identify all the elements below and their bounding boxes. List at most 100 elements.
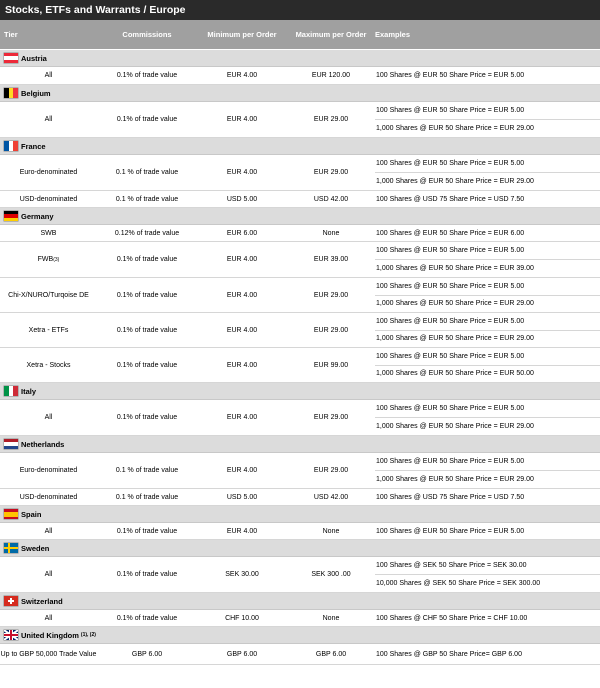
country-header-france: France [0, 138, 600, 155]
tier-cell-text: Euro-denominated [19, 467, 78, 474]
maximum-cell: EUR 29.00 [287, 155, 375, 190]
maximum-cell: GBP 6.00 [287, 644, 375, 664]
commission-cell-text: 0.1% of trade value [116, 614, 178, 622]
tier-cell-text: All [44, 72, 53, 79]
tier-cell-text: Euro-denominated [19, 169, 78, 176]
tier-cell: FWB (3) [0, 242, 97, 277]
country-name: Sweden [21, 543, 50, 553]
minimum-cell-text: GBP 6.00 [226, 650, 258, 658]
commission-cell: 0.1 % of trade value [97, 155, 197, 190]
minimum-cell-text: EUR 4.00 [226, 256, 258, 263]
example-line: 100 Shares @ USD 75 Share Price = USD 7.… [376, 493, 525, 501]
country-name: Netherlands [21, 439, 65, 449]
minimum-cell-text: USD 5.00 [226, 493, 258, 501]
example-line: 1,000 Shares @ EUR 50 Share Price = EUR … [375, 470, 600, 488]
minimum-cell-text: CHF 10.00 [225, 614, 259, 622]
commission-cell: 0.1% of trade value [97, 313, 197, 347]
examples-cell: 100 Shares @ EUR 50 Share Price = EUR 5.… [375, 313, 600, 347]
page-title: Stocks, ETFs and Warrants / Europe [0, 0, 600, 20]
tier-cell-text: All [44, 527, 53, 535]
commission-cell-text: 0.1% of trade value [116, 256, 178, 263]
minimum-cell-text: EUR 4.00 [226, 326, 258, 334]
tier-cell: USD-denominated [0, 489, 97, 505]
germany-flag-icon [4, 211, 18, 221]
examples-cell: 100 Shares @ EUR 50 Share Price = EUR 5.… [375, 348, 600, 382]
examples-cell: 100 Shares @ EUR 50 Share Price = EUR 5.… [375, 523, 600, 539]
maximum-cell-text: USD 42.00 [313, 195, 349, 203]
tier-cell-text: Xetra - Stocks [26, 361, 71, 369]
maximum-cell: EUR 39.00 [287, 242, 375, 277]
commission-cell-text: 0.1 % of trade value [115, 493, 179, 501]
examples-cell: 100 Shares @ EUR 50 Share Price = EUR 5.… [375, 67, 600, 84]
maximum-cell-text: EUR 99.00 [313, 361, 349, 369]
country-name: Austria [21, 53, 47, 63]
example-line: 100 Shares @ EUR 50 Share Price = EUR 5.… [376, 352, 525, 360]
tier-cell: Up to GBP 50,000 Trade Value [0, 644, 97, 664]
maximum-cell: SEK 300 .00 [287, 557, 375, 592]
country-name: United Kingdom [21, 630, 79, 640]
commission-cell-text: 0.12% of trade value [114, 229, 180, 237]
tier-cell-text: All [44, 414, 53, 421]
minimum-cell-text: EUR 4.00 [226, 361, 258, 369]
tier-cell-text: All [44, 614, 53, 622]
minimum-cell: EUR 4.00 [197, 155, 287, 190]
switzerland-flag-icon [4, 596, 18, 606]
maximum-cell: EUR 29.00 [287, 400, 375, 435]
table-row: All 0.1% of trade value EUR 4.00 EUR 29.00 1… [0, 400, 600, 436]
examples-cell: 100 Shares @ EUR 50 Share Price = EUR 5.… [375, 155, 600, 190]
tier-cell: All [0, 102, 97, 137]
tier-cell-text: Chi-X/NURO/Turqoise DE [8, 291, 89, 299]
examples-cell: 100 Shares @ EUR 50 Share Price = EUR 6.… [375, 225, 600, 241]
country-header-uk: United Kingdom (1), (2) [0, 627, 600, 644]
table-row: All 0.1% of trade value CHF 10.00 None 100 S… [0, 610, 600, 627]
tier-cell-text: All [44, 116, 53, 123]
minimum-cell-text: EUR 4.00 [226, 116, 258, 123]
tier-cell-text: SWB [40, 229, 57, 237]
example-line: 100 Shares @ EUR 50 Share Price = EUR 5.… [376, 160, 525, 167]
example-line: 100 Shares @ EUR 50 Share Price = EUR 5.… [376, 247, 525, 254]
example-line: 1,000 Shares @ EUR 50 Share Price = EUR … [375, 119, 600, 137]
example-line: 100 Shares @ EUR 50 Share Price = EUR 6.… [376, 229, 525, 237]
examples-cell: 100 Shares @ GBP 50 Share Price= GBP 6.0… [375, 644, 600, 664]
examples-cell: 100 Shares @ EUR 50 Share Price = EUR 5.… [375, 400, 600, 435]
maximum-cell: None [287, 225, 375, 241]
tier-cell: Xetra - Stocks [0, 348, 97, 382]
commission-cell: 0.1% of trade value [97, 278, 197, 312]
minimum-cell-text: USD 5.00 [226, 195, 258, 203]
maximum-cell: EUR 29.00 [287, 313, 375, 347]
maximum-cell-text: EUR 29.00 [313, 414, 349, 421]
footnote-ref: (1), (2) [80, 632, 96, 638]
table-row: All 0.1% of trade value EUR 4.00 None 100 Sh… [0, 523, 600, 540]
tier-cell: All [0, 67, 97, 84]
commission-cell-text: 0.1% of trade value [116, 72, 178, 79]
examples-cell: 100 Shares @ EUR 50 Share Price = EUR 5.… [375, 453, 600, 488]
maximum-cell-text: EUR 120.00 [311, 72, 351, 79]
table-row: Euro-denominated 0.1 % of trade value EUR … [0, 453, 600, 489]
commission-cell: 0.1 % of trade value [97, 191, 197, 207]
table-row: Euro-denominated 0.1 % of trade value EUR … [0, 155, 600, 191]
minimum-cell-text: SEK 30.00 [225, 571, 259, 578]
table-row: Up to GBP 50,000 Trade Value GBP 6.00 GBP … [0, 644, 600, 665]
example-line: 100 Shares @ USD 75 Share Price = USD 7.… [376, 195, 525, 203]
tier-cell-text: USD-denominated [19, 493, 78, 501]
commission-cell: 0.1 % of trade value [97, 453, 197, 488]
table-row: USD-denominated 0.1 % of trade value USD 5… [0, 489, 600, 506]
maximum-cell: EUR 99.00 [287, 348, 375, 382]
example-line: 1,000 Shares @ EUR 50 Share Price = EUR … [375, 329, 600, 348]
minimum-cell: EUR 6.00 [197, 225, 287, 241]
table-row: All 0.1% of trade value EUR 4.00 EUR 29.00 1… [0, 102, 600, 138]
minimum-cell-text: EUR 4.00 [226, 467, 258, 474]
tier-cell-text: FWB [37, 256, 54, 263]
sweden-flag-icon [4, 543, 18, 553]
maximum-cell-text: EUR 29.00 [313, 116, 349, 123]
maximum-cell-text: SEK 300 .00 [311, 571, 351, 578]
maximum-cell: EUR 29.00 [287, 102, 375, 137]
minimum-cell-text: EUR 4.00 [226, 291, 258, 299]
commission-cell-text: 0.1 % of trade value [115, 195, 179, 203]
maximum-cell: USD 42.00 [287, 191, 375, 207]
commission-cell-text: GBP 6.00 [131, 650, 163, 658]
country-header-spain: Spain [0, 506, 600, 523]
tier-cell-text: USD-denominated [19, 195, 78, 203]
france-flag-icon [4, 141, 18, 151]
commission-cell-text: 0.1 % of trade value [115, 467, 179, 474]
